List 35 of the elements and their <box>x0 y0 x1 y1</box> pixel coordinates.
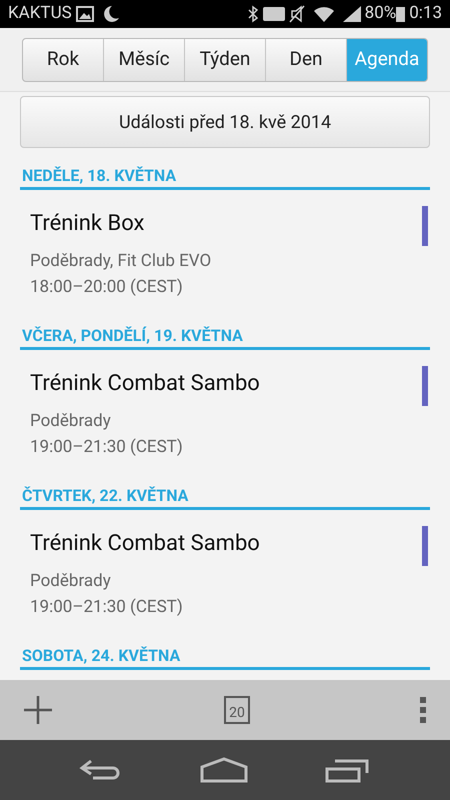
more-icon[interactable] <box>420 696 428 724</box>
bluetooth-icon <box>246 5 259 23</box>
day-header: NEDĚLE, 18. KVĚTNA <box>20 166 430 190</box>
battery-level: 80% <box>364 2 396 26</box>
event-item[interactable]: Trénink Combat Sambo Poděbrady 19:00–21:30 (CEST) <box>20 510 430 628</box>
event-time: 19:00–21:30 (CEST) <box>30 436 184 459</box>
event-item[interactable]: Trénink Combat Sambo Poděbrady 19:00–21:30 (CEST) <box>20 350 430 468</box>
signal-icon <box>342 6 361 22</box>
day-header: SOBOTA, 24. KVĚTNA <box>20 646 430 670</box>
earlier-events-button[interactable]: Události před 18. kvě 2014 <box>20 96 430 148</box>
event-location: Poděbrady <box>30 570 112 593</box>
add-icon[interactable] <box>22 694 54 726</box>
event-item[interactable]: Trénink Box Poděbrady, Fit Club EVO 18:00–20:00 (CEST) <box>20 190 430 308</box>
event-title: Trénink Box <box>30 210 146 238</box>
event-title: Trénink Combat Sambo <box>30 530 261 558</box>
clock: 0:13 <box>409 2 442 26</box>
battery-icon <box>396 6 406 22</box>
picture-icon <box>76 6 94 22</box>
event-location: Poděbrady, Fit Club EVO <box>30 250 212 273</box>
carrier-name: KAKTUS <box>8 2 72 26</box>
view-tab[interactable]: Týden <box>184 38 265 80</box>
moon-icon <box>104 5 120 23</box>
today-button[interactable]: 20 <box>224 696 250 724</box>
wifi-icon <box>312 6 335 22</box>
mute-icon <box>288 5 305 23</box>
home-icon[interactable] <box>200 757 248 783</box>
event-location: Poděbrady <box>30 410 112 433</box>
recent-apps-icon[interactable] <box>325 757 372 783</box>
event-title: Trénink Combat Sambo <box>30 370 261 398</box>
day-header: VČERA, PONDĚLÍ, 19. KVĚTNA <box>20 326 430 350</box>
event-time: 18:00–20:00 (CEST) <box>30 276 184 299</box>
view-tab[interactable]: Rok <box>23 38 103 80</box>
event-time: 19:00–21:30 (CEST) <box>30 596 184 619</box>
view-tab[interactable]: Měsíc <box>103 38 184 80</box>
day-header: ČTVRTEK, 22. KVĚTNA <box>20 486 430 510</box>
